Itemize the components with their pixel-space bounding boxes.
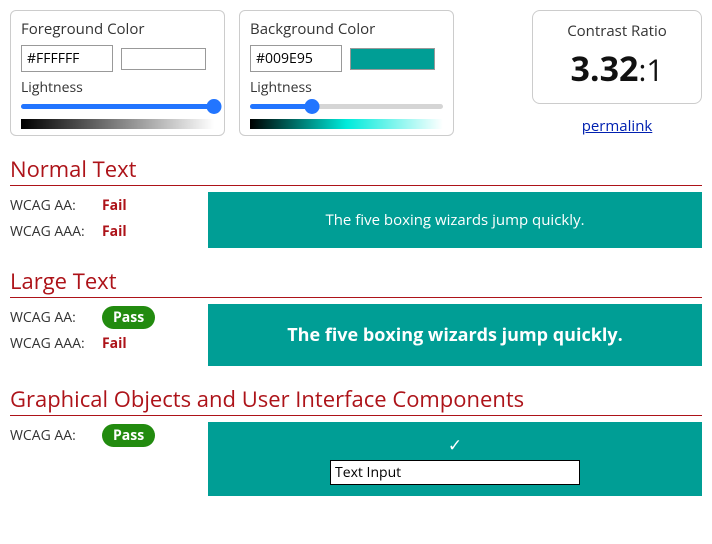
background-title: Background Color [250, 19, 443, 39]
large-text-sample[interactable]: The five boxing wizards jump quickly. [208, 304, 702, 366]
foreground-lightness-label: Lightness [21, 78, 214, 97]
foreground-panel: Foreground Color Lightness [10, 10, 225, 136]
foreground-title: Foreground Color [21, 19, 214, 39]
ui-sample: ✓ [208, 422, 702, 496]
normal-aaa-label: WCAG AAA: [10, 222, 102, 241]
normal-aaa-result: Fail [102, 222, 127, 241]
background-lightness-label: Lightness [250, 78, 443, 97]
ui-aa-result: Pass [102, 424, 155, 447]
ui-aa-label: WCAG AA: [10, 426, 102, 445]
background-hex-input[interactable] [250, 45, 342, 72]
contrast-ratio-panel: Contrast Ratio 3.32:1 [532, 10, 702, 104]
section-large-title: Large Text [10, 266, 702, 298]
foreground-gradient-bar [21, 119, 214, 129]
demo-text-input[interactable] [330, 460, 580, 485]
section-normal-title: Normal Text [10, 154, 702, 186]
foreground-hex-input[interactable] [21, 45, 113, 72]
permalink-link[interactable]: permalink [582, 116, 653, 136]
checkmark-icon: ✓ [448, 433, 462, 456]
large-aaa-label: WCAG AAA: [10, 334, 102, 353]
contrast-ratio-suffix: :1 [638, 49, 663, 90]
contrast-ratio-label: Contrast Ratio [555, 21, 679, 41]
foreground-swatch[interactable] [121, 48, 206, 70]
background-panel: Background Color Lightness [239, 10, 454, 136]
large-aa-result: Pass [102, 306, 155, 329]
normal-aa-result: Fail [102, 196, 127, 215]
section-large-text: Large Text WCAG AA: Pass WCAG AAA: Fail … [10, 266, 702, 366]
background-lightness-slider[interactable] [250, 99, 443, 115]
background-swatch[interactable] [350, 48, 435, 70]
section-ui-title: Graphical Objects and User Interface Com… [10, 384, 702, 416]
normal-text-sample[interactable]: The five boxing wizards jump quickly. [208, 192, 702, 248]
section-ui-components: Graphical Objects and User Interface Com… [10, 384, 702, 496]
contrast-ratio-value: 3.32 [570, 45, 638, 91]
large-aa-label: WCAG AA: [10, 308, 102, 327]
normal-aa-label: WCAG AA: [10, 196, 102, 215]
background-gradient-bar [250, 119, 443, 129]
large-aaa-result: Fail [102, 334, 127, 353]
foreground-lightness-slider[interactable] [21, 99, 214, 115]
section-normal-text: Normal Text WCAG AA: Fail WCAG AAA: Fail… [10, 154, 702, 248]
